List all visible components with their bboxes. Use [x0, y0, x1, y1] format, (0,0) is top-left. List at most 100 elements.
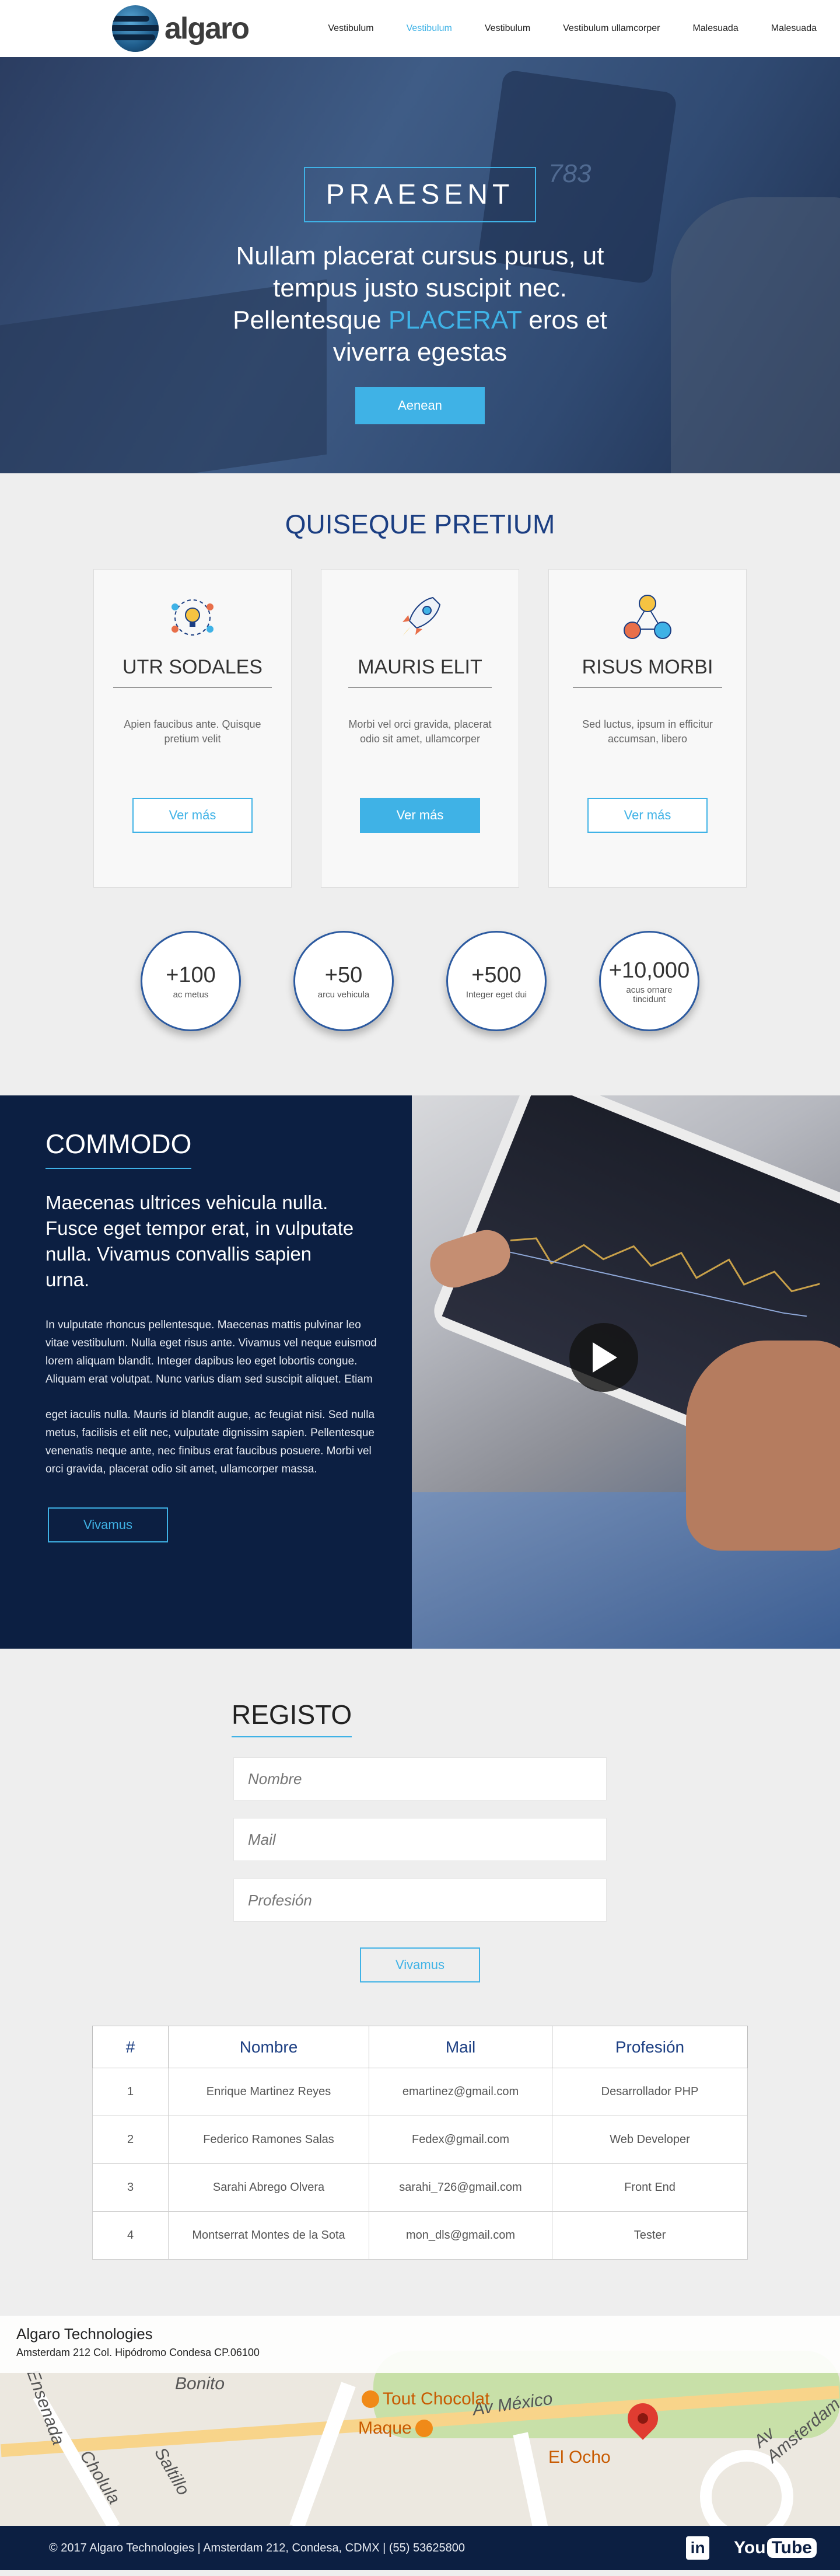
- registro-title: REGISTO: [232, 1699, 352, 1737]
- table-header: #: [92, 2026, 169, 2068]
- linkedin-icon[interactable]: in: [686, 2536, 710, 2560]
- map-road: [513, 2432, 552, 2526]
- map-place-ocho[interactable]: El Ocho: [548, 2448, 611, 2467]
- footer: © 2017 Algaro Technologies | Amsterdam 2…: [0, 2526, 840, 2570]
- table-cell: sarahi_726@gmail.com: [369, 2163, 552, 2212]
- youtube-icon[interactable]: You Tube: [734, 2538, 817, 2558]
- table-cell: emartinez@gmail.com: [369, 2068, 552, 2116]
- nav-item-malesuada-2[interactable]: Malesuada: [771, 23, 817, 34]
- stat-circle: +100 ac metus: [141, 931, 241, 1031]
- team-icon: [624, 595, 671, 639]
- card-text: Apien faucibus ante. Quisque pretium vel…: [124, 718, 261, 745]
- map-address: Amsterdam 212 Col. Hipódromo Condesa CP.…: [16, 2347, 260, 2358]
- profession-input[interactable]: [233, 1879, 607, 1922]
- social-links: in You Tube: [686, 2536, 817, 2560]
- commodo-title: COMMODO: [46, 1128, 192, 1169]
- hero-cta-button[interactable]: Aenean: [355, 387, 485, 424]
- nav-item-vestibulum-3[interactable]: Vestibulum: [485, 23, 530, 34]
- rocket-icon: [402, 596, 441, 636]
- table-row: 3 Sarahi Abrego Olvera sarahi_726@gmail.…: [92, 2163, 748, 2212]
- map-street-label: Bonito: [175, 2374, 225, 2393]
- table-cell: mon_dls@gmail.com: [369, 2211, 552, 2260]
- table-cell: 3: [92, 2163, 169, 2212]
- stat-label: acus ornare tincidunt: [626, 985, 673, 1004]
- registro-submit-button[interactable]: Vivamus: [360, 1947, 480, 1982]
- nav-item-vestibulum-1[interactable]: Vestibulum: [328, 23, 373, 34]
- commodo-paragraph-2: eget iaculis nulla. Mauris id blandit au…: [46, 1409, 375, 1475]
- footer-text: © 2017 Algaro Technologies | Amsterdam 2…: [49, 2541, 465, 2554]
- table-cell: Enrique Martinez Reyes: [168, 2068, 369, 2116]
- table-cell: 1: [92, 2068, 169, 2116]
- name-input[interactable]: [233, 1757, 607, 1800]
- registro-table: # Nombre Mail Profesión 1 Enrique Martin…: [92, 2026, 748, 2260]
- map-road: [289, 2382, 356, 2526]
- logo-mark-icon: [112, 5, 159, 52]
- stat-label: ac metus: [173, 989, 209, 1000]
- video-panel[interactable]: [412, 1095, 840, 1649]
- location-map[interactable]: Ensenada Saltillo Cholula Bonito Av Méxi…: [0, 2316, 840, 2526]
- stats-row: +100 ac metus +50 arcu vehicula +500 Int…: [0, 931, 840, 1031]
- card-text: Morbi vel orci gravida, placerat odio si…: [348, 718, 492, 745]
- map-place-maque[interactable]: Maque: [358, 2418, 433, 2438]
- table-header-row: # Nombre Mail Profesión: [92, 2026, 748, 2068]
- table-header: Mail: [369, 2026, 552, 2068]
- card-title: UTR SODALES: [113, 656, 272, 688]
- map-street-label: Ensenada: [23, 2366, 68, 2448]
- mail-input[interactable]: [233, 1818, 607, 1861]
- registro-section: REGISTO Vivamus # Nombre Mail Profesión …: [0, 1649, 840, 2316]
- services-section: QUISEQUE PRETIUM UTR SODALES Apien fauci…: [0, 473, 840, 1095]
- service-card: MAURIS ELIT Morbi vel orci gravida, plac…: [321, 569, 519, 888]
- services-title: QUISEQUE PRETIUM: [285, 509, 555, 539]
- hero-hand-image: [671, 197, 840, 473]
- stat-value: +500: [471, 962, 522, 987]
- map-info-bar: Algaro Technologies Amsterdam 212 Col. H…: [0, 2316, 840, 2373]
- hero-headline-highlight: PLACERAT: [388, 306, 522, 334]
- commodo-paragraph-1: In vulputate rhoncus pellentesque. Maece…: [46, 1319, 377, 1385]
- commodo-text-panel: COMMODO Maecenas ultrices vehicula nulla…: [0, 1095, 412, 1649]
- commodo-button[interactable]: Vivamus: [48, 1507, 168, 1542]
- table-header: Nombre: [168, 2026, 369, 2068]
- card-more-button[interactable]: Ver más: [587, 798, 708, 833]
- stat-value: +10,000: [608, 958, 690, 983]
- table-row: 2 Federico Ramones Salas Fedex@gmail.com…: [92, 2116, 748, 2164]
- hero-section: 783 PRAESENT Nullam placerat cursus puru…: [0, 57, 840, 473]
- card-more-button[interactable]: Ver más: [360, 798, 480, 833]
- ideas-icon: [172, 599, 214, 636]
- service-card: RISUS MORBI Sed luctus, ipsum in efficit…: [548, 569, 747, 888]
- table-cell: Web Developer: [552, 2116, 748, 2164]
- table-cell: Tester: [552, 2211, 748, 2260]
- nav-item-vestibulum-2[interactable]: Vestibulum: [407, 23, 452, 34]
- commodo-section: COMMODO Maecenas ultrices vehicula nulla…: [0, 1095, 840, 1649]
- service-card: UTR SODALES Apien faucibus ante. Quisque…: [93, 569, 292, 888]
- table-row: 1 Enrique Martinez Reyes emartinez@gmail…: [92, 2068, 748, 2116]
- nav-item-malesuada-1[interactable]: Malesuada: [692, 23, 738, 34]
- stat-circle: +500 Integer eget dui: [446, 931, 547, 1031]
- logo-text: algaro: [164, 12, 250, 46]
- commodo-lead: Maecenas ultrices vehicula nulla. Fusce …: [46, 1192, 354, 1290]
- cafe-icon: [415, 2420, 433, 2437]
- table-cell: 2: [92, 2116, 169, 2164]
- table-cell: Montserrat Montes de la Sota: [168, 2211, 369, 2260]
- stat-value: +50: [324, 962, 363, 987]
- table-cell: Front End: [552, 2163, 748, 2212]
- map-street-label: Saltillo: [150, 2444, 194, 2499]
- table-cell: Federico Ramones Salas: [168, 2116, 369, 2164]
- card-more-button[interactable]: Ver más: [132, 798, 253, 833]
- hero-headline: Nullam placerat cursus purus, ut tempus …: [233, 242, 607, 366]
- card-title: RISUS MORBI: [572, 656, 723, 688]
- stat-label: arcu vehicula: [317, 989, 370, 1000]
- hand-image: [686, 1341, 840, 1551]
- logo[interactable]: algaro: [112, 5, 250, 52]
- map-company-name: Algaro Technologies: [16, 2325, 153, 2343]
- nav-item-vestibulum-ullamcorper[interactable]: Vestibulum ullamcorper: [563, 23, 660, 34]
- stat-circle: +50 arcu vehicula: [293, 931, 394, 1031]
- card-text: Sed luctus, ipsum in efficitur accumsan,…: [582, 718, 713, 745]
- map-place-tout[interactable]: Tout Chocolat: [362, 2389, 489, 2409]
- stat-circle: +10,000 acus ornare tincidunt: [599, 931, 699, 1031]
- navbar: algaro Vestibulum Vestibulum Vestibulum …: [0, 0, 840, 57]
- table-cell: Sarahi Abrego Olvera: [168, 2163, 369, 2212]
- registro-form: Vivamus: [233, 1757, 607, 1982]
- hero-badge: PRAESENT: [303, 167, 537, 222]
- play-icon[interactable]: [569, 1323, 638, 1392]
- stat-label: Integer eget dui: [466, 989, 527, 1000]
